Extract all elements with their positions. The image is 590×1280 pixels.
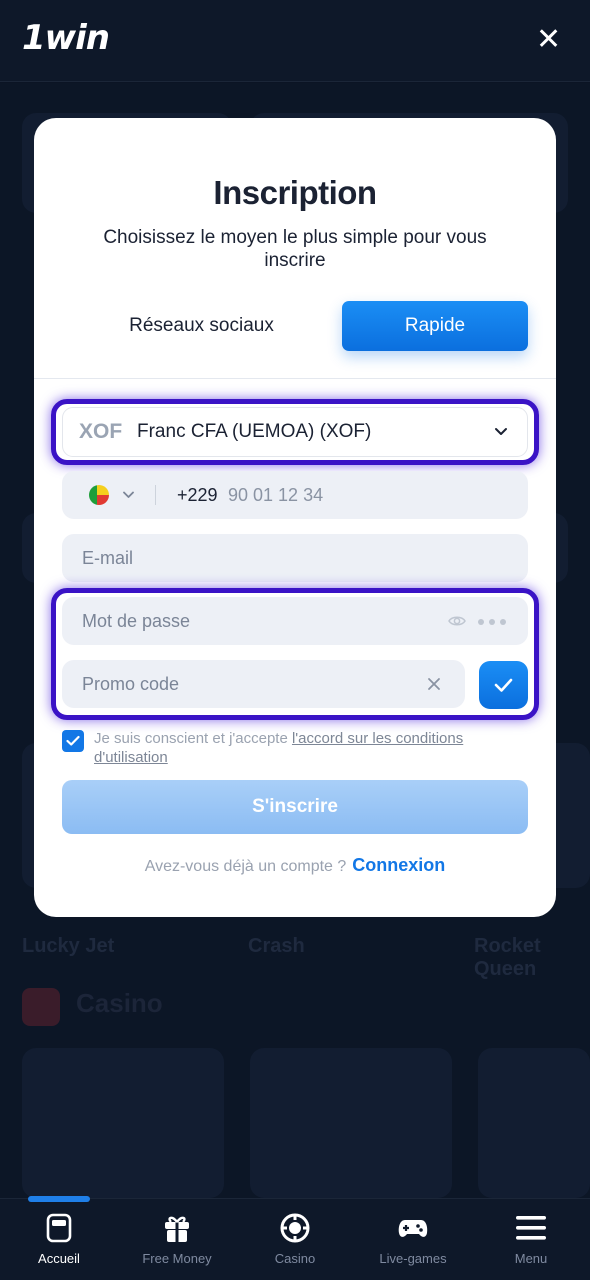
- eye-icon[interactable]: [448, 613, 466, 629]
- modal-title: Inscription: [213, 174, 377, 211]
- menu-icon: [516, 1216, 546, 1240]
- clear-icon[interactable]: [426, 676, 442, 692]
- nav-home[interactable]: Accueil: [0, 1213, 118, 1266]
- nav-label: Casino: [274, 1251, 316, 1266]
- phone-field[interactable]: +229 90 01 12 34: [62, 471, 528, 519]
- currency-select[interactable]: XOF Franc CFA (UEMOA) (XOF): [62, 407, 528, 457]
- email-placeholder: E-mail: [82, 548, 134, 568]
- currency-code: XOF: [79, 420, 123, 443]
- nav-free-money[interactable]: Free Money: [118, 1213, 236, 1266]
- terms-statement: Je suis conscient et j'accepte: [94, 730, 292, 747]
- active-indicator: [28, 1196, 90, 1202]
- separator: [155, 485, 156, 505]
- password-dots-icon: [478, 619, 506, 625]
- login-row: Avez-vous déjà un compte ? Connexion: [34, 855, 556, 876]
- login-question: Avez-vous déjà un compte ?: [144, 858, 347, 875]
- gamepad-icon: [398, 1220, 428, 1237]
- brand-logo[interactable]: 1win: [22, 18, 110, 58]
- bottom-nav: Accueil Free Money Casino Live-games Men…: [0, 1196, 590, 1280]
- bg-card: [478, 1048, 590, 1198]
- password-placeholder: Mot de passe: [82, 611, 191, 631]
- terms-checkbox[interactable]: [62, 730, 84, 752]
- home-icon: [46, 1213, 72, 1243]
- bg-game-label: Crash: [248, 935, 305, 957]
- benin-flag-icon[interactable]: [89, 485, 109, 505]
- modal-subtitle: Choisissez le moyen le plus simple pour …: [103, 227, 487, 271]
- promo-placeholder: Promo code: [82, 674, 180, 694]
- close-icon[interactable]: ✕: [536, 25, 561, 55]
- bg-game-label: Lucky Jet: [22, 935, 115, 957]
- chevron-down-icon: [495, 428, 507, 435]
- divider: [34, 378, 556, 379]
- promo-confirm-button[interactable]: [479, 661, 528, 709]
- casino-section-icon: [22, 988, 60, 1026]
- bg-card: [22, 1048, 224, 1198]
- top-bar: 1win ✕: [0, 0, 590, 82]
- check-icon: [494, 678, 513, 692]
- login-link[interactable]: Connexion: [352, 855, 445, 875]
- check-icon: [66, 735, 80, 746]
- phone-placeholder: 90 01 12 34: [228, 485, 324, 505]
- chevron-down-icon[interactable]: [122, 488, 135, 501]
- nav-casino[interactable]: Casino: [236, 1213, 354, 1266]
- email-field[interactable]: E-mail: [62, 534, 528, 582]
- bg-game-label: Rocket Queen: [474, 935, 541, 980]
- chip-icon: [280, 1213, 310, 1243]
- tab-quick[interactable]: Rapide: [342, 301, 528, 351]
- nav-menu[interactable]: Menu: [472, 1213, 590, 1266]
- casino-section-title: Casino: [76, 988, 163, 1018]
- currency-name: Franc CFA (UEMOA) (XOF): [137, 421, 372, 442]
- nav-label: Menu: [514, 1251, 548, 1266]
- bg-card: [250, 1048, 452, 1198]
- tab-social-networks[interactable]: Réseaux sociaux: [62, 301, 341, 351]
- password-field[interactable]: Mot de passe: [62, 597, 528, 645]
- nav-label: Free Money: [142, 1251, 212, 1266]
- register-button[interactable]: S'inscrire: [62, 780, 528, 834]
- nav-live-games[interactable]: Live-games: [354, 1213, 472, 1266]
- promo-code-field[interactable]: Promo code: [62, 660, 465, 708]
- nav-label: Accueil: [38, 1251, 80, 1266]
- gift-icon: [165, 1216, 189, 1242]
- terms-text: Je suis conscient et j'accepte l'accord …: [94, 729, 514, 767]
- phone-country-code: +229: [177, 485, 218, 505]
- registration-modal: Inscription Choisissez le moyen le plus …: [34, 118, 556, 917]
- nav-label: Live-games: [379, 1251, 447, 1266]
